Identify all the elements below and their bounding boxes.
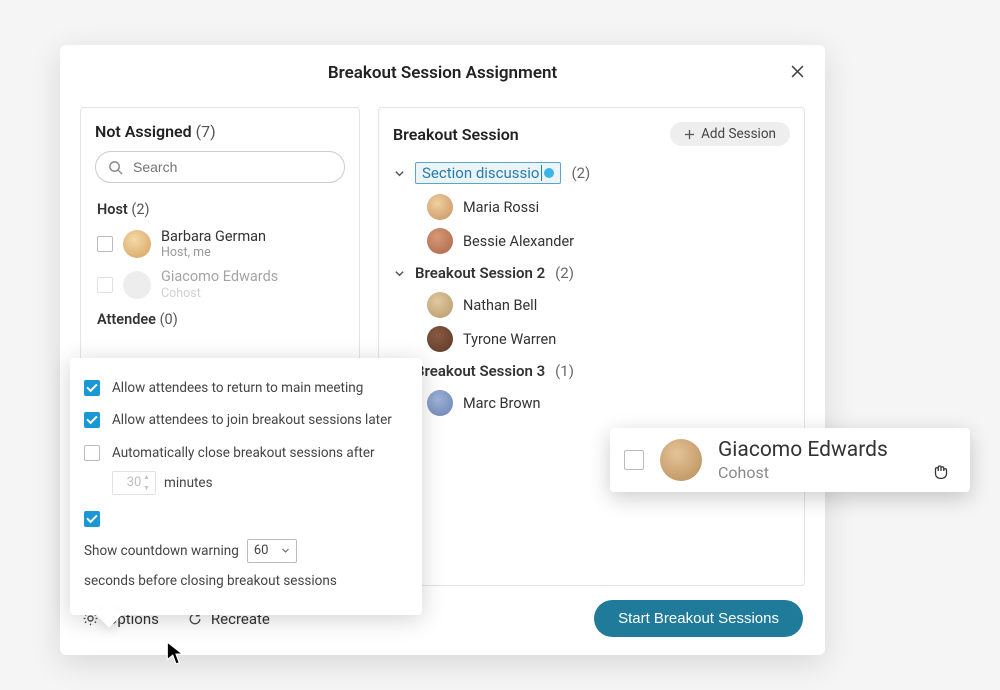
session-header[interactable]: Section discussio (2)	[393, 156, 790, 190]
list-item[interactable]: Bessie Alexander	[427, 224, 790, 258]
avatar	[123, 271, 151, 299]
close-button[interactable]	[785, 59, 809, 83]
session-count: (2)	[571, 164, 590, 182]
chevron-up-icon[interactable]: ▲	[143, 474, 153, 481]
option-return-main[interactable]: Allow attendees to return to main meetin…	[84, 372, 408, 404]
person-role: Cohost	[718, 463, 888, 482]
person-name: Tyrone Warren	[463, 331, 556, 348]
person-name: Bessie Alexander	[463, 233, 574, 250]
list-item[interactable]: Giacomo Edwards Cohost	[95, 264, 345, 304]
session-name: Breakout Session 2	[415, 264, 545, 282]
minutes-stepper[interactable]: 30 ▲▼	[112, 471, 156, 495]
checkbox[interactable]	[84, 511, 100, 527]
chevron-down-icon	[393, 167, 405, 179]
session-count: (2)	[555, 264, 574, 282]
grab-cursor-icon	[930, 460, 952, 482]
breakout-panel: Breakout Session Add Session Section dis…	[378, 107, 805, 586]
person-role: Host, me	[161, 245, 266, 260]
dialog-header: Breakout Session Assignment	[60, 45, 825, 91]
session-members: Maria Rossi Bessie Alexander	[393, 190, 790, 258]
session-members: Marc Brown	[393, 386, 790, 420]
plus-icon	[684, 129, 695, 140]
list-item[interactable]: Tyrone Warren	[427, 322, 790, 356]
dialog-title: Breakout Session Assignment	[328, 63, 557, 83]
session-members: Nathan Bell Tyrone Warren	[393, 288, 790, 356]
start-sessions-button[interactable]: Start Breakout Sessions	[594, 600, 803, 637]
list-item[interactable]: Barbara German Host, me	[95, 224, 345, 264]
option-auto-close-value: 30 ▲▼ minutes	[112, 469, 408, 503]
avatar	[427, 292, 453, 318]
checkbox[interactable]	[84, 445, 100, 461]
person-name: Giacomo Edwards	[718, 438, 888, 463]
list-item[interactable]: Nathan Bell	[427, 288, 790, 322]
not-assigned-title: Not Assigned (7)	[95, 122, 345, 141]
options-popup: Allow attendees to return to main meetin…	[70, 358, 422, 615]
checkbox[interactable]	[84, 412, 100, 428]
session-count: (1)	[555, 362, 574, 380]
add-session-button[interactable]: Add Session	[670, 122, 790, 146]
list-item[interactable]: Maria Rossi	[427, 190, 790, 224]
drag-person-card[interactable]: Giacomo Edwards Cohost	[610, 428, 970, 492]
search-icon	[108, 160, 123, 175]
person-name: Barbara German	[161, 228, 266, 245]
attendee-group-label: Attendee (0)	[97, 311, 345, 328]
avatar	[123, 230, 151, 258]
session-header[interactable]: Breakout Session 3 (1)	[393, 356, 790, 386]
person-name: Nathan Bell	[463, 297, 537, 314]
checkbox[interactable]	[624, 450, 644, 470]
session-name: Breakout Session 3	[415, 362, 545, 380]
search-input[interactable]	[95, 151, 345, 183]
option-countdown[interactable]: Show countdown warning 60 seconds before…	[84, 503, 408, 597]
avatar	[427, 390, 453, 416]
checkbox[interactable]	[97, 277, 113, 293]
person-name: Marc Brown	[463, 395, 541, 412]
person-role: Cohost	[161, 286, 278, 301]
breakout-title-row: Breakout Session Add Session	[393, 122, 790, 146]
seconds-select[interactable]: 60	[247, 539, 297, 563]
close-icon	[791, 65, 804, 78]
person-name: Maria Rossi	[463, 199, 539, 216]
person-name: Giacomo Edwards	[161, 268, 278, 285]
list-item[interactable]: Marc Brown	[427, 386, 790, 420]
avatar	[660, 439, 702, 481]
chevron-down-icon	[281, 546, 290, 555]
search-field[interactable]	[131, 158, 332, 176]
checkbox[interactable]	[84, 380, 100, 396]
option-join-later[interactable]: Allow attendees to join breakout session…	[84, 404, 408, 436]
chevron-down-icon	[393, 267, 405, 279]
avatar	[427, 228, 453, 254]
session-header[interactable]: Breakout Session 2 (2)	[393, 258, 790, 288]
breakout-title: Breakout Session	[393, 125, 519, 144]
session-name-input[interactable]: Section discussio	[415, 162, 561, 184]
option-auto-close[interactable]: Automatically close breakout sessions af…	[84, 437, 408, 469]
chevron-down-icon[interactable]: ▼	[143, 485, 153, 492]
avatar	[427, 194, 453, 220]
avatar	[427, 326, 453, 352]
checkbox[interactable]	[97, 236, 113, 252]
host-group-label: Host (2)	[97, 201, 345, 218]
cursor-icon	[165, 640, 187, 666]
